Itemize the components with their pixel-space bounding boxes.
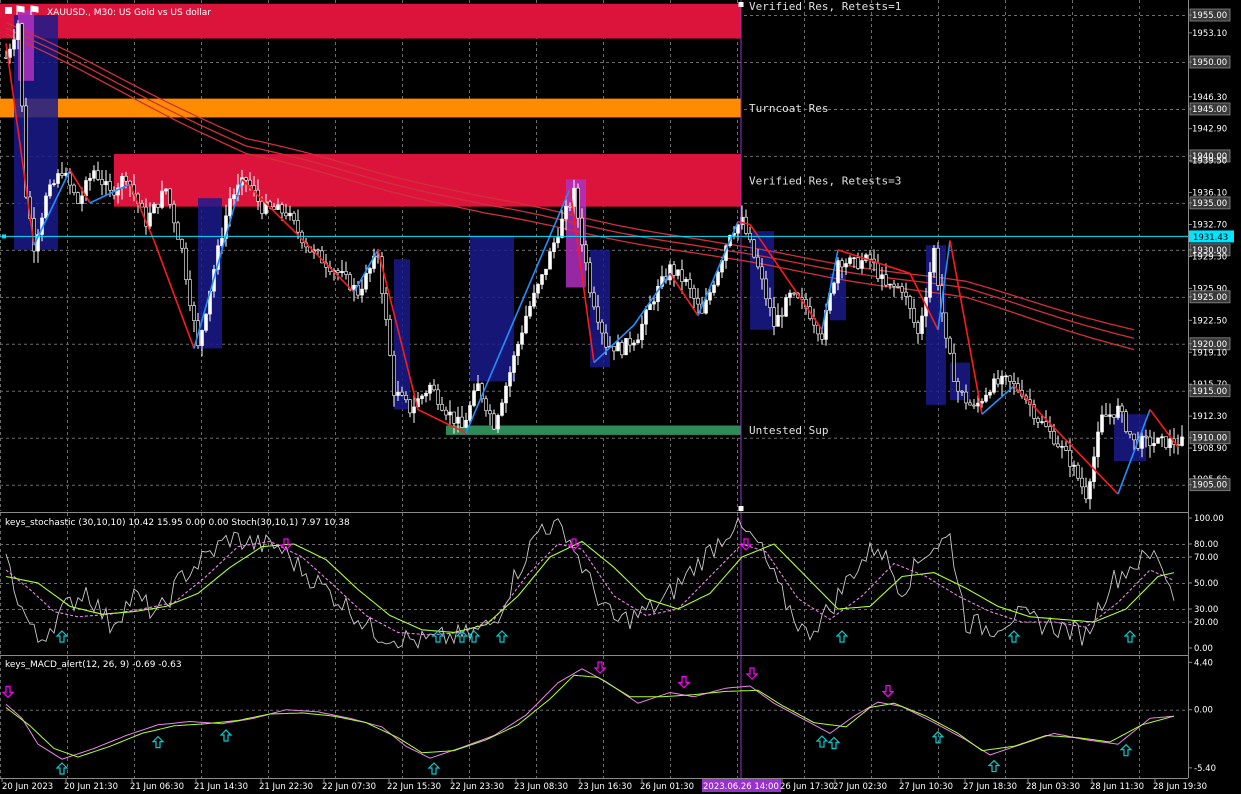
candle bbox=[184, 242, 188, 285]
crosshair-handle-top[interactable] bbox=[738, 2, 744, 7]
price-tick-label: 1950.00 bbox=[1192, 58, 1227, 68]
time-tick-label: 20 Jun 2023 bbox=[2, 782, 53, 792]
macd-tick-label: -5.40 bbox=[1194, 764, 1216, 774]
price-tick-label: 1922.50 bbox=[1192, 316, 1227, 326]
time-tick-label: 27 Jun 18:30 bbox=[963, 782, 1017, 792]
stochastic-tick-label: 100.00 bbox=[1194, 514, 1224, 524]
price-tick-label: 1942.90 bbox=[1192, 125, 1227, 135]
price-tick-label: 1932.70 bbox=[1192, 221, 1227, 231]
stochastic-tick-label: 70.00 bbox=[1194, 553, 1218, 563]
time-tick-label: 21 Jun 22:30 bbox=[259, 782, 313, 792]
price-tick-label: 1905.00 bbox=[1192, 481, 1227, 491]
time-tick-label: 22 Jun 15:30 bbox=[387, 782, 441, 792]
candle bbox=[948, 335, 952, 355]
candle bbox=[784, 294, 788, 317]
zone-rect-turncoat[interactable] bbox=[0, 98, 741, 118]
time-tick-label: 2023.06.26 14:00 bbox=[703, 782, 779, 792]
price-tick-label: 1910.00 bbox=[1192, 434, 1227, 444]
candle bbox=[20, 22, 24, 113]
stochastic-tick-label: 30.00 bbox=[1194, 605, 1218, 615]
time-tick-label: 27 Jun 10:30 bbox=[899, 782, 953, 792]
candle bbox=[752, 238, 756, 259]
candle bbox=[832, 281, 836, 296]
candle bbox=[76, 191, 80, 205]
crosshair-handle-bottom[interactable] bbox=[738, 506, 744, 511]
time-tick-label: 21 Jun 06:30 bbox=[130, 782, 184, 792]
price-tick-label: 1908.90 bbox=[1192, 444, 1227, 454]
price-tick-label: 1915.00 bbox=[1192, 387, 1227, 397]
time-tick-label: 23 Jun 08:30 bbox=[514, 782, 568, 792]
zone-label: Verified Res, Retests=1 bbox=[749, 0, 901, 13]
zone-label: Verified Res, Retests=3 bbox=[749, 174, 901, 187]
price-tick-label: 1945.00 bbox=[1192, 105, 1227, 115]
stochastic-tick-label: 50.00 bbox=[1194, 579, 1218, 589]
stochastic-title: keys_stochastic (30,10,10) 10.42 15.95 0… bbox=[5, 518, 350, 528]
time-tick-label: 23 Jun 16:30 bbox=[578, 782, 632, 792]
zone-label: Untested Sup bbox=[749, 424, 828, 437]
time-tick-label: 28 Jun 03:30 bbox=[1026, 782, 1080, 792]
price-tick-label: 1939.50 bbox=[1192, 157, 1227, 167]
signal-box bbox=[470, 235, 514, 382]
time-tick-label: 28 Jun 19:30 bbox=[1153, 782, 1207, 792]
current-price-label: 1931.43 bbox=[1193, 233, 1228, 243]
time-tick-label: 20 Jun 21:30 bbox=[64, 782, 118, 792]
candle bbox=[588, 257, 592, 298]
price-tick-label: 1925.00 bbox=[1192, 293, 1227, 303]
time-tick-label: 22 Jun 07:30 bbox=[322, 782, 376, 792]
zone-rect-support[interactable] bbox=[446, 425, 741, 435]
price-tick-label: 1929.30 bbox=[1192, 252, 1227, 262]
candle bbox=[1164, 436, 1168, 450]
candle bbox=[44, 192, 48, 221]
candle bbox=[388, 314, 392, 357]
time-tick-label: 22 Jun 23:30 bbox=[450, 782, 504, 792]
candle bbox=[1124, 408, 1128, 434]
stochastic-tick-label: 80.00 bbox=[1194, 540, 1218, 550]
price-tick-label: 1953.10 bbox=[1192, 29, 1227, 39]
macd-tick-label: 4.40 bbox=[1194, 658, 1213, 668]
price-tick-label: 1946.30 bbox=[1192, 93, 1227, 103]
time-tick-label: 26 Jun 17:30 bbox=[780, 782, 834, 792]
zone-label: Turncoat Res bbox=[749, 102, 828, 115]
symbol-menu-icon[interactable] bbox=[5, 7, 12, 14]
price-tick-label: 1919.10 bbox=[1192, 348, 1227, 358]
stochastic-tick-label: 0.00 bbox=[1194, 644, 1213, 654]
candle bbox=[936, 242, 940, 291]
candle bbox=[1076, 462, 1080, 481]
candle bbox=[624, 338, 628, 356]
stochastic-tick-label: 20.00 bbox=[1194, 618, 1218, 628]
time-tick-label: 27 Jun 02:30 bbox=[833, 782, 887, 792]
candle bbox=[1156, 437, 1160, 444]
macd-title: keys_MACD_alert(12, 26, 9) -0.69 -0.63 bbox=[5, 660, 182, 670]
price-tick-label: 1935.00 bbox=[1192, 199, 1227, 209]
chart-title: XAUUSD., M30: US Gold vs US dollar bbox=[47, 8, 211, 18]
time-tick-label: 21 Jun 14:30 bbox=[194, 782, 248, 792]
candle bbox=[204, 313, 208, 333]
time-tick-label: 26 Jun 01:30 bbox=[640, 782, 694, 792]
price-tick-label: 1955.00 bbox=[1192, 11, 1227, 21]
chart-canvas: Verified Res, Retests=1 Turncoat Res Verif… bbox=[0, 0, 1241, 794]
macd-tick-label: 0.00 bbox=[1194, 706, 1213, 716]
time-tick-label: 28 Jun 11:30 bbox=[1090, 782, 1144, 792]
price-tick-label: 1912.30 bbox=[1192, 412, 1227, 422]
